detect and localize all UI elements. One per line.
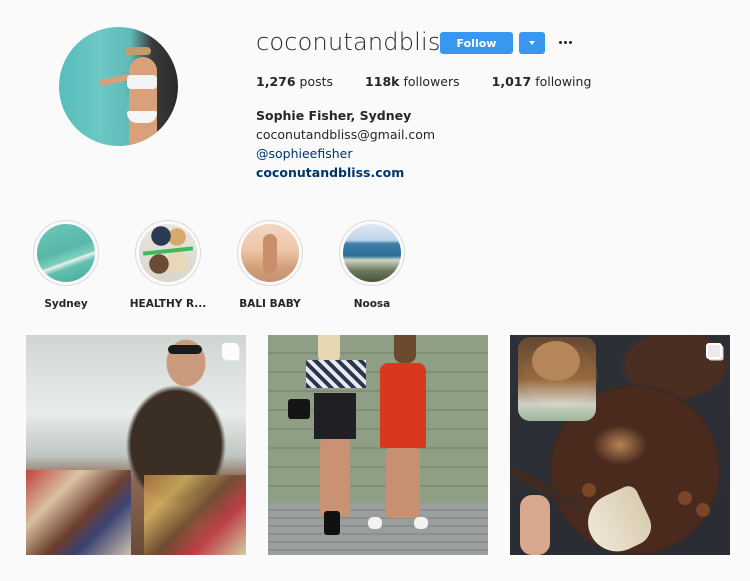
post-detail [288, 399, 310, 419]
highlight-cover [37, 224, 95, 282]
highlight-cover [139, 224, 197, 282]
post-thumbnail[interactable] [510, 335, 730, 555]
highlight-item[interactable]: BALI BABY [235, 220, 305, 310]
highlight-ring [135, 220, 201, 286]
post-detail [144, 475, 246, 555]
post-detail [380, 363, 426, 448]
bio-name: Sophie Fisher, Sydney [256, 108, 412, 123]
avatar-detail [125, 47, 151, 55]
profile-bio: Sophie Fisher, Sydney coconutandbliss@gm… [256, 106, 435, 182]
following-count-label: following [535, 74, 592, 89]
suggested-dropdown-button[interactable] [519, 32, 545, 54]
posts-count-label: posts [299, 74, 334, 89]
post-thumbnail[interactable] [26, 335, 246, 555]
avatar-detail [129, 57, 157, 146]
profile-avatar[interactable] [59, 27, 178, 146]
avatar-detail [127, 75, 157, 89]
post-detail [386, 448, 420, 518]
post-detail [696, 503, 710, 517]
highlight-label: Sydney [44, 298, 88, 310]
highlight-item[interactable]: Sydney [31, 220, 101, 310]
bio-mention-link[interactable]: @sophieefisher [256, 144, 435, 163]
profile-username: coconutandbliss [256, 28, 454, 56]
followers-count-value: 118k [365, 74, 400, 89]
ellipsis-icon [558, 40, 562, 44]
post-detail [532, 341, 580, 381]
more-options-button[interactable] [556, 34, 574, 50]
highlight-ring [33, 220, 99, 286]
story-highlights: Sydney HEALTHY R... BALI BABY Noosa [31, 220, 439, 310]
carousel-icon [706, 343, 722, 359]
highlight-label: HEALTHY R... [129, 298, 207, 310]
post-detail [414, 517, 428, 529]
followers-count[interactable]: 118k followers [365, 74, 460, 89]
post-detail [582, 483, 596, 497]
ellipsis-icon [568, 40, 572, 44]
follow-button[interactable]: Follow [440, 32, 513, 54]
following-count[interactable]: 1,017 following [492, 74, 592, 89]
highlight-ring [339, 220, 405, 286]
post-detail [26, 470, 131, 555]
bio-email: coconutandbliss@gmail.com [256, 127, 436, 142]
post-detail [314, 393, 356, 439]
post-detail [520, 495, 550, 555]
bio-website-link[interactable]: coconutandbliss.com [256, 163, 435, 182]
ellipsis-icon [563, 40, 567, 44]
caret-down-icon [529, 41, 535, 45]
highlight-label: Noosa [353, 298, 391, 310]
avatar-detail [127, 111, 157, 123]
highlight-cover [241, 224, 299, 282]
highlight-detail [263, 234, 277, 274]
posts-count: 1,276 posts [256, 74, 333, 89]
highlight-label: BALI BABY [239, 298, 301, 310]
post-detail [678, 491, 692, 505]
post-detail [306, 360, 366, 388]
highlight-item[interactable]: HEALTHY R... [130, 220, 206, 310]
highlight-ring [237, 220, 303, 286]
posts-count-value: 1,276 [256, 74, 296, 89]
highlight-item[interactable]: Noosa [337, 220, 407, 310]
following-count-value: 1,017 [491, 74, 532, 89]
post-detail [320, 439, 350, 517]
post-detail [394, 335, 416, 363]
post-detail [268, 503, 488, 555]
posts-grid [26, 335, 750, 555]
post-thumbnail[interactable] [268, 335, 488, 555]
followers-count-label: followers [403, 74, 460, 89]
post-detail [168, 345, 202, 354]
highlight-detail [142, 246, 194, 256]
carousel-icon [222, 343, 238, 359]
profile-stats: 1,276 posts 118k followers 1,017 followi… [256, 74, 623, 89]
post-detail [324, 511, 340, 535]
highlight-cover [343, 224, 401, 282]
post-detail [368, 517, 382, 529]
